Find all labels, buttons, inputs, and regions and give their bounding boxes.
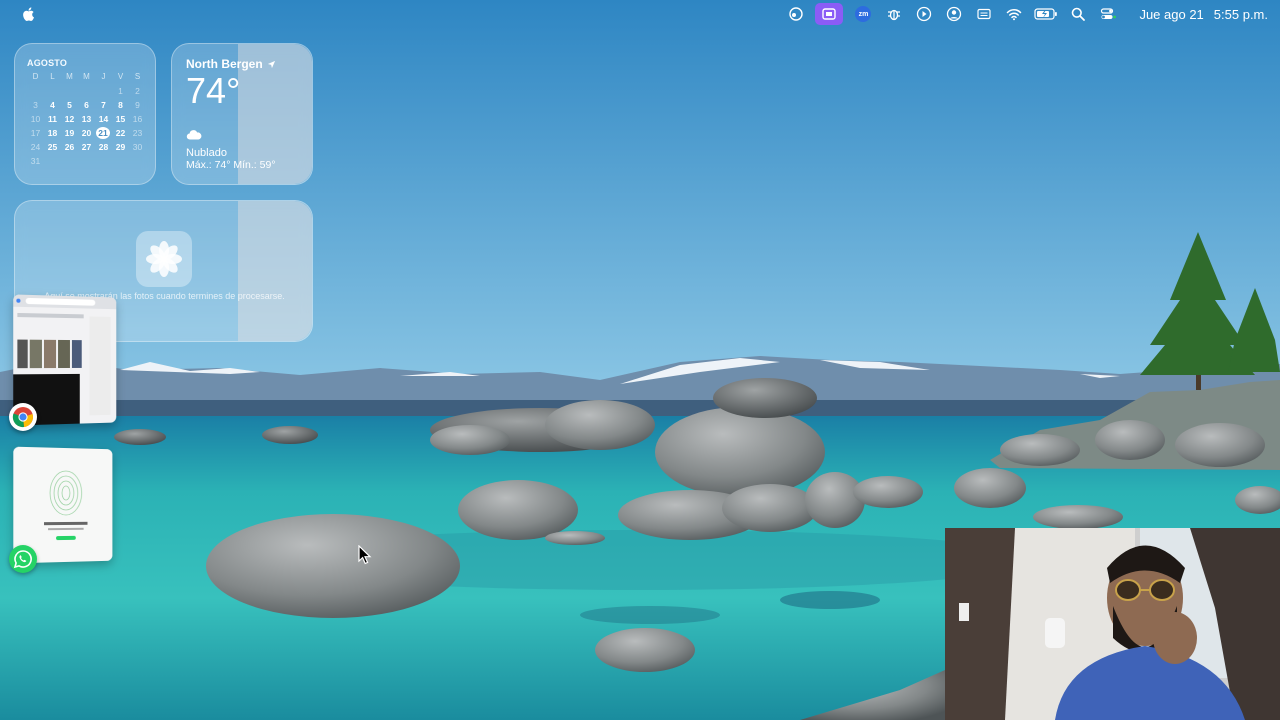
calendar-day[interactable]: 10 xyxy=(27,113,44,125)
keyboard-input-icon[interactable] xyxy=(973,3,995,25)
apple-logo-icon[interactable] xyxy=(18,3,40,25)
calendar-day[interactable]: 24 xyxy=(27,141,44,153)
calendar-weekday: L xyxy=(50,72,55,81)
spotlight-search-icon[interactable] xyxy=(1067,3,1089,25)
weather-high-low: Máx.: 74° Mín.: 59° xyxy=(186,159,276,171)
calendar-day[interactable]: 12 xyxy=(61,113,78,125)
weather-widget[interactable]: North Bergen 74° Nublado Máx.: 74° Mín.:… xyxy=(171,43,313,185)
chrome-app-icon[interactable] xyxy=(9,403,37,431)
calendar-day[interactable]: 1 xyxy=(112,85,129,97)
calendar-weekday: M xyxy=(66,72,73,81)
menubar-time[interactable]: 5:55 p.m. xyxy=(1214,7,1268,22)
weather-condition: Nublado xyxy=(186,147,227,159)
calendar-day xyxy=(78,155,95,167)
calendar-day xyxy=(61,85,78,97)
calendar-weekday: S xyxy=(134,72,141,81)
calendar-day[interactable]: 29 xyxy=(112,141,129,153)
calendar-weekday: V xyxy=(117,72,124,81)
battery-charging-icon[interactable] xyxy=(1033,3,1059,25)
calendar-day[interactable]: 21 xyxy=(96,127,110,139)
calendar-day[interactable]: 27 xyxy=(78,141,95,153)
weather-location: North Bergen xyxy=(186,57,298,71)
menu-bar: zm Jue ago 21 5:55 p.m. xyxy=(0,0,1280,28)
calendar-grid: D L M M J V S 1 2 3 4 5 6 7 8 9 10 11 12 13 14 15 16 17 18 19 20 21… xyxy=(27,71,145,167)
calendar-day[interactable]: 6 xyxy=(78,99,95,111)
calendar-day[interactable]: 22 xyxy=(112,127,129,139)
wifi-icon[interactable] xyxy=(1003,3,1025,25)
calendar-month: AGOSTO xyxy=(27,58,68,68)
weather-temperature: 74° xyxy=(186,70,241,111)
cloud-icon xyxy=(186,127,298,145)
menubar-date[interactable]: Jue ago 21 xyxy=(1139,7,1203,22)
calendar-weekday: M xyxy=(83,72,90,81)
webcam-video-feed xyxy=(945,528,1280,720)
calendar-day[interactable]: 31 xyxy=(27,155,44,167)
calendar-day[interactable]: 9 xyxy=(129,99,146,111)
calendar-day[interactable]: 14 xyxy=(95,113,112,125)
calendar-day[interactable]: 3 xyxy=(27,99,44,111)
calendar-day xyxy=(44,85,61,97)
control-center-icon[interactable] xyxy=(1097,3,1119,25)
calendar-day[interactable]: 2 xyxy=(129,85,146,97)
mouse-cursor-icon xyxy=(358,545,372,565)
calendar-day[interactable]: 26 xyxy=(61,141,78,153)
calendar-day[interactable]: 4 xyxy=(44,99,61,111)
calendar-day[interactable]: 19 xyxy=(61,127,78,139)
calendar-day[interactable]: 25 xyxy=(44,141,61,153)
calendar-day[interactable]: 20 xyxy=(78,127,95,139)
calendar-day[interactable]: 7 xyxy=(95,99,112,111)
calendar-day xyxy=(27,85,44,97)
webcam-overlay xyxy=(945,528,1280,720)
calendar-day xyxy=(61,155,78,167)
calendar-day[interactable]: 11 xyxy=(44,113,61,125)
calendar-day xyxy=(129,155,146,167)
whatsapp-app-icon[interactable] xyxy=(9,545,37,573)
creative-cloud-icon[interactable] xyxy=(785,3,807,25)
calendar-day[interactable]: 15 xyxy=(112,113,129,125)
calendar-day[interactable]: 8 xyxy=(112,99,129,111)
play-icon[interactable] xyxy=(913,3,935,25)
weather-city: North Bergen xyxy=(186,57,263,71)
zoom-icon[interactable]: zm xyxy=(855,6,872,22)
calendar-day[interactable]: 5 xyxy=(61,99,78,111)
calendar-day xyxy=(78,85,95,97)
calendar-day xyxy=(112,155,129,167)
calendar-day[interactable]: 17 xyxy=(27,127,44,139)
calendar-day xyxy=(95,155,112,167)
calendar-weekday: J xyxy=(101,72,106,81)
stage-manager-icon[interactable] xyxy=(815,3,844,25)
calendar-day xyxy=(95,85,112,97)
bug-icon[interactable] xyxy=(883,3,905,25)
calendar-widget[interactable]: AGOSTO D L M M J V S 1 2 3 4 5 6 7 8 9 10 11 12 13 14 15 16 17 1… xyxy=(14,43,156,185)
calendar-day[interactable]: 16 xyxy=(129,113,146,125)
calendar-day[interactable]: 18 xyxy=(44,127,61,139)
user-account-icon[interactable] xyxy=(943,3,965,25)
calendar-day[interactable]: 13 xyxy=(78,113,95,125)
calendar-day xyxy=(44,155,61,167)
calendar-day[interactable]: 23 xyxy=(129,127,146,139)
calendar-day[interactable]: 28 xyxy=(95,141,112,153)
calendar-weekday: D xyxy=(32,72,39,81)
calendar-day[interactable]: 30 xyxy=(129,141,146,153)
location-arrow-icon xyxy=(267,60,275,68)
photos-flower-icon xyxy=(136,231,192,287)
